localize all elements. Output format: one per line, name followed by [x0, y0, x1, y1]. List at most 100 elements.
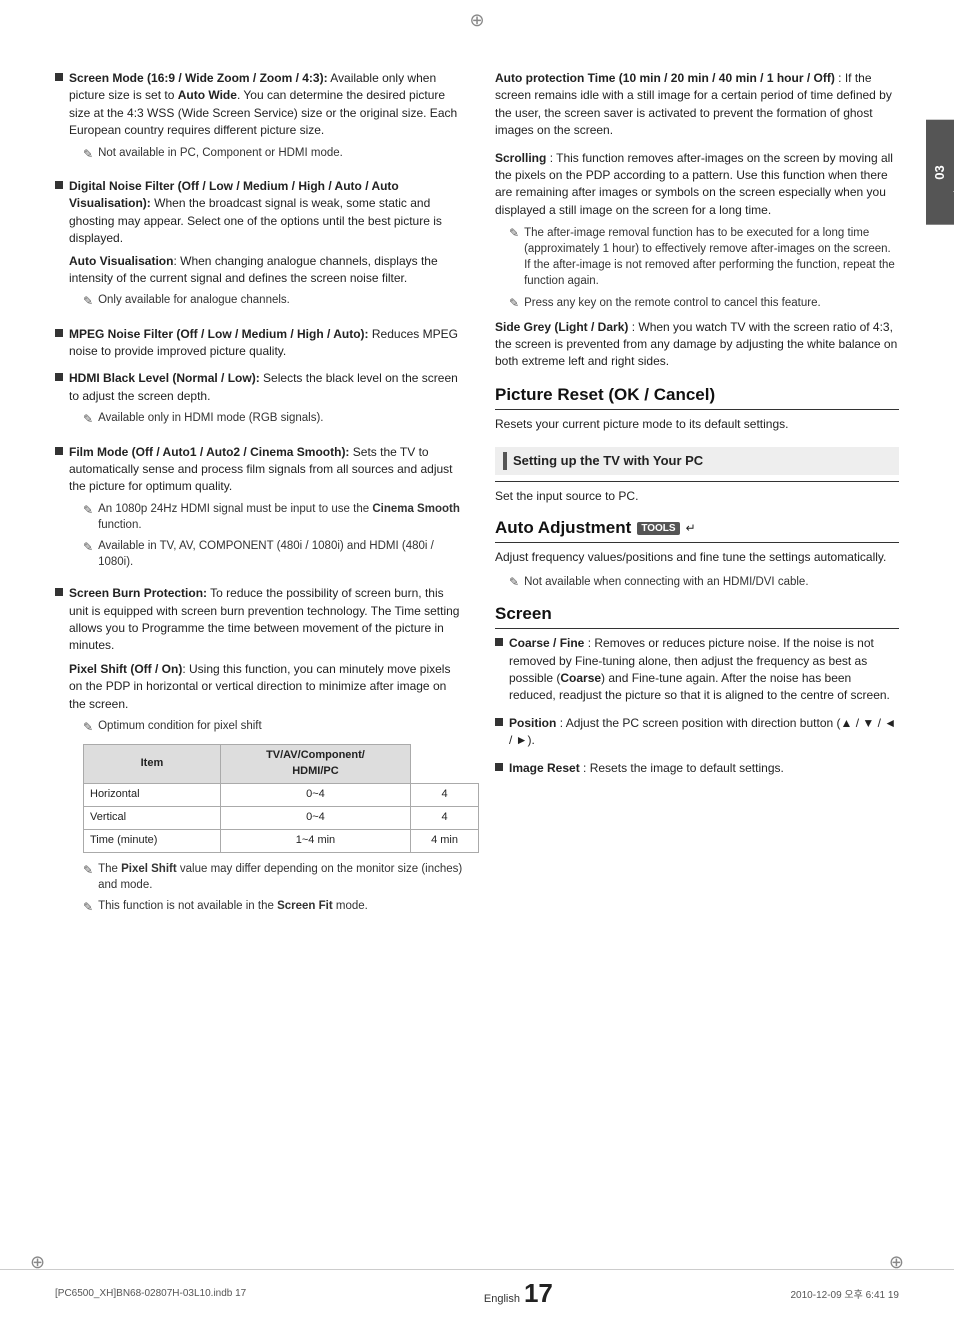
note-text: This function is not available in the Sc… — [98, 898, 465, 914]
note-pencil-icon: ✎ — [83, 146, 93, 163]
crosshair-top-icon: ⊕ — [469, 10, 484, 31]
note-pencil-icon: ✎ — [83, 539, 93, 556]
tools-badge: TOOLS — [637, 522, 679, 535]
film-mode-note2: ✎ Available in TV, AV, COMPONENT (480i /… — [83, 538, 465, 570]
bullet-position: Position : Adjust the PC screen position… — [495, 715, 899, 750]
auto-protection-title: Auto protection Time (10 min / 20 min / … — [495, 71, 835, 85]
section-divider — [495, 628, 899, 629]
scrolling-section: Scrolling : This function removes after-… — [495, 150, 899, 220]
table-cell-time-range: 1~4 min — [220, 830, 410, 853]
auto-adjustment-note: ✎ Not available when connecting with an … — [509, 574, 899, 590]
bullet-square-icon — [495, 638, 503, 646]
section-divider — [495, 542, 899, 543]
mpeg-noise-title: MPEG Noise Filter (Off / Low / Medium / … — [69, 327, 369, 341]
footer-page-number: 17 — [524, 1278, 553, 1309]
note-pencil-icon: ✎ — [509, 296, 519, 310]
footer-lang: English — [484, 1293, 520, 1305]
picture-reset-heading: Picture Reset (OK / Cancel) — [495, 385, 899, 405]
note-pencil-icon: ✎ — [83, 502, 93, 519]
auto-adjustment-section: Auto Adjustment TOOLS ↵ Adjust frequency… — [495, 518, 899, 590]
note-pencil-icon: ✎ — [83, 411, 93, 428]
note-text: The after-image removal function has to … — [524, 225, 899, 289]
film-mode-title: Film Mode (Off / Auto1 / Auto2 / Cinema … — [69, 445, 349, 459]
bullet-screen-burn: Screen Burn Protection: To reduce the po… — [55, 585, 465, 921]
note-pencil-icon: ✎ — [83, 293, 93, 310]
auto-adjustment-heading: Auto Adjustment — [495, 518, 631, 538]
table-cell-vertical-val: 4 — [411, 807, 479, 830]
bullet-image-reset: Image Reset : Resets the image to defaul… — [495, 760, 899, 777]
position-body: : Adjust the PC screen position with dir… — [509, 716, 896, 747]
picture-reset-section: Picture Reset (OK / Cancel) Resets your … — [495, 385, 899, 433]
side-tab-number: 03 — [932, 165, 947, 179]
table-cell-horizontal-val: 4 — [411, 784, 479, 807]
pixel-shift-note3: ✎ This function is not available in the … — [83, 898, 465, 916]
table-cell-time-val: 4 min — [411, 830, 479, 853]
section-divider — [495, 409, 899, 410]
bullet-square-icon — [495, 718, 503, 726]
scrolling-body: : This function removes after-images on … — [495, 151, 893, 217]
screen-heading: Screen — [495, 604, 899, 624]
position-title: Position — [509, 716, 556, 730]
digital-noise-note: ✎ Only available for analogue channels. — [83, 292, 465, 310]
bullet-digital-noise: Digital Noise Filter (Off / Low / Medium… — [55, 178, 465, 316]
auto-adjustment-body: Adjust frequency values/positions and fi… — [495, 549, 899, 566]
image-reset-body: : Resets the image to default settings. — [583, 761, 784, 775]
page-container: ⊕ 03 Basic Features Screen Mode (16:9 / … — [0, 0, 954, 1321]
note-text: Optimum condition for pixel shift — [98, 718, 465, 734]
bullet-square-icon — [495, 763, 503, 771]
screen-mode-note: ✎ Not available in PC, Component or HDMI… — [83, 145, 465, 163]
scrolling-note1: ✎ The after-image removal function has t… — [509, 225, 899, 289]
table-cell-vertical-range: 0~4 — [220, 807, 410, 830]
setting-up-heading: Setting up the TV with Your PC — [513, 453, 703, 468]
bullet-square-icon — [55, 329, 63, 337]
note-text: An 1080p 24Hz HDMI signal must be input … — [98, 501, 465, 533]
coarse-fine-title: Coarse / Fine — [509, 636, 584, 650]
screen-mode-title: Screen Mode (16:9 / Wide Zoom / Zoom / 4… — [69, 71, 328, 85]
note-pencil-icon: ✎ — [509, 575, 519, 589]
bullet-hdmi-black: HDMI Black Level (Normal / Low): Selects… — [55, 370, 465, 433]
table-cell-horizontal-label: Horizontal — [84, 784, 221, 807]
side-grey-section: Side Grey (Light / Dark) : When you watc… — [495, 319, 899, 371]
note-text: Only available for analogue channels. — [98, 292, 465, 308]
setting-up-tv-section: Setting up the TV with Your PC Set the i… — [495, 447, 899, 505]
pixel-shift-title: Pixel Shift (Off / On) — [69, 662, 182, 676]
auto-vis-title: Auto Visualisation — [69, 254, 173, 268]
table-header-tvav: TV/AV/Component/HDMI/PC — [220, 745, 410, 784]
note-text: Press any key on the remote control to c… — [524, 295, 899, 311]
tools-icon-symbol: ↵ — [686, 521, 696, 535]
setting-bar: Setting up the TV with Your PC — [495, 447, 899, 475]
table-row: Horizontal 0~4 4 — [84, 784, 479, 807]
bullet-square-icon — [55, 373, 63, 381]
bullet-square-icon — [55, 73, 63, 81]
table-row: Vertical 0~4 4 — [84, 807, 479, 830]
film-mode-note1: ✎ An 1080p 24Hz HDMI signal must be inpu… — [83, 501, 465, 533]
scrolling-title: Scrolling — [495, 151, 546, 165]
bullet-mpeg-noise: MPEG Noise Filter (Off / Low / Medium / … — [55, 326, 465, 361]
note-text: The Pixel Shift value may differ dependi… — [98, 861, 465, 893]
note-pencil-icon: ✎ — [509, 226, 519, 240]
section-divider — [495, 481, 899, 482]
note-pencil-icon: ✎ — [83, 862, 93, 879]
bullet-screen-mode: Screen Mode (16:9 / Wide Zoom / Zoom / 4… — [55, 70, 465, 168]
screen-section: Screen Coarse / Fine : Removes or reduce… — [495, 604, 899, 777]
pixel-shift-note2: ✎ The Pixel Shift value may differ depen… — [83, 861, 465, 893]
pixel-shift-table: Item TV/AV/Component/HDMI/PC Horizontal … — [83, 744, 479, 853]
note-text: Not available in PC, Component or HDMI m… — [98, 145, 465, 161]
side-grey-title: Side Grey (Light / Dark) — [495, 320, 628, 334]
bullet-square-icon — [55, 447, 63, 455]
table-header-item: Item — [84, 745, 221, 784]
note-text: Available only in HDMI mode (RGB signals… — [98, 410, 465, 426]
note-pencil-icon: ✎ — [83, 899, 93, 916]
bullet-square-icon — [55, 181, 63, 189]
table-cell-horizontal-range: 0~4 — [220, 784, 410, 807]
table-cell-time-label: Time (minute) — [84, 830, 221, 853]
hdmi-black-title: HDMI Black Level (Normal / Low): — [69, 371, 260, 385]
side-tab: 03 Basic Features — [926, 120, 954, 225]
pixel-shift-note: ✎ Optimum condition for pixel shift — [83, 718, 465, 736]
setting-up-body: Set the input source to PC. — [495, 488, 899, 505]
bullet-film-mode: Film Mode (Off / Auto1 / Auto2 / Cinema … — [55, 444, 465, 576]
scrolling-note2: ✎ Press any key on the remote control to… — [509, 295, 899, 311]
note-text: Not available when connecting with an HD… — [524, 574, 899, 590]
page-footer: [PC6500_XH]BN68-02807H-03L10.indb 17 Eng… — [0, 1269, 954, 1309]
picture-reset-body: Resets your current picture mode to its … — [495, 416, 899, 433]
